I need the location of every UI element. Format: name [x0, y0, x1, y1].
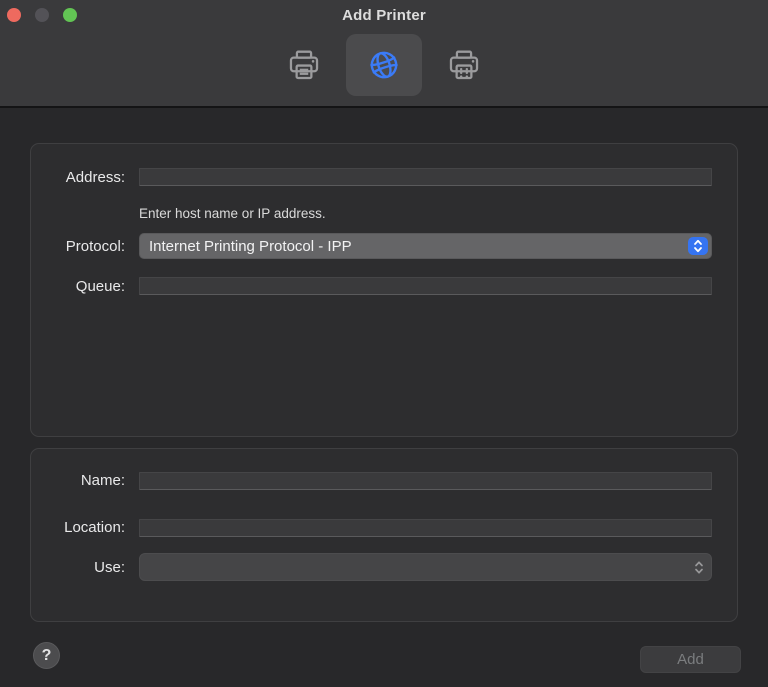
- location-label: Location:: [31, 519, 139, 536]
- protocol-selected-value: Internet Printing Protocol - IPP: [149, 238, 352, 255]
- address-label: Address:: [31, 169, 139, 186]
- question-mark-icon: ?: [42, 647, 52, 665]
- identity-groupbox: Name: Location: Use:: [30, 448, 738, 622]
- name-row: Name:: [31, 468, 737, 493]
- add-button[interactable]: Add: [640, 646, 741, 673]
- titlebar: Add Printer: [0, 0, 768, 30]
- protocol-label: Protocol:: [31, 238, 139, 255]
- help-button[interactable]: ?: [33, 642, 60, 669]
- queue-label: Queue:: [31, 278, 139, 295]
- printer-icon: [287, 48, 321, 82]
- tab-default-printer[interactable]: [266, 34, 342, 96]
- name-input[interactable]: [139, 472, 712, 490]
- popup-arrows-icon: [688, 237, 708, 255]
- popup-arrows-disabled-icon: [693, 559, 705, 576]
- address-hint-row: Enter host name or IP address.: [31, 204, 737, 222]
- address-row: Address:: [31, 164, 737, 190]
- tab-ip-printer[interactable]: [346, 34, 422, 96]
- connection-groupbox: Address: Enter host name or IP address. …: [30, 143, 738, 437]
- use-select: [139, 553, 712, 581]
- windows-printer-icon: [447, 48, 481, 82]
- use-row: Use:: [31, 553, 737, 581]
- globe-icon: [367, 48, 401, 82]
- name-label: Name:: [31, 472, 139, 489]
- window-title: Add Printer: [0, 0, 768, 30]
- queue-row: Queue:: [31, 273, 737, 299]
- use-label: Use:: [31, 559, 139, 576]
- address-hint: Enter host name or IP address.: [139, 206, 326, 221]
- printer-type-toolbar: [0, 34, 768, 96]
- protocol-row: Protocol: Internet Printing Protocol - I…: [31, 233, 737, 259]
- tab-windows-printer[interactable]: [426, 34, 502, 96]
- queue-input[interactable]: [139, 277, 712, 295]
- location-row: Location:: [31, 515, 737, 540]
- window-chrome: Add Printer: [0, 0, 768, 108]
- add-printer-window: Add Printer: [0, 0, 768, 687]
- address-input[interactable]: [139, 168, 712, 186]
- location-input[interactable]: [139, 519, 712, 537]
- protocol-select[interactable]: Internet Printing Protocol - IPP: [139, 233, 712, 259]
